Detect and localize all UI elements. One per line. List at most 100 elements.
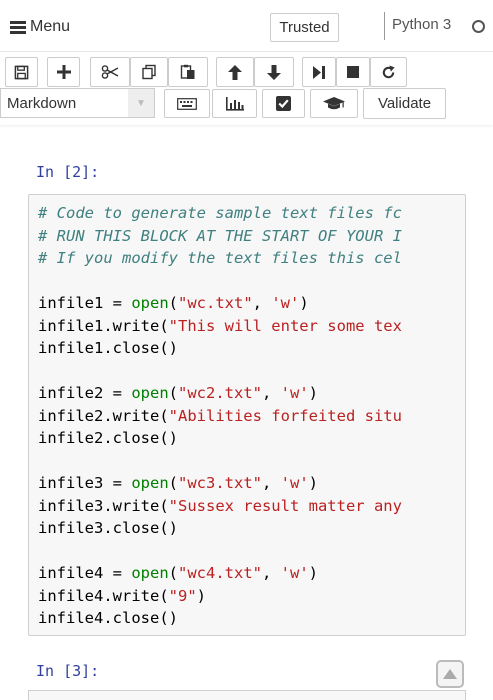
code-line: # If you modify the text files this cel: [38, 247, 402, 270]
code-line: infile1.close(): [38, 337, 402, 360]
menu-icon: [10, 20, 26, 34]
nbgrader-button[interactable]: [310, 89, 358, 118]
code-token: infile1.close(): [38, 339, 178, 357]
scissors-icon: [101, 65, 119, 79]
code-line: infile3.close(): [38, 517, 402, 540]
copy-icon: [142, 64, 156, 80]
code-line: # Code to generate sample text files fc: [38, 202, 402, 225]
scroll-to-top-button[interactable]: [436, 660, 464, 688]
code-token: (: [168, 474, 178, 492]
code-line: infile2.close(): [38, 427, 402, 450]
bar-chart-icon: [225, 97, 244, 111]
code-token: # Code to generate sample text files fc: [38, 204, 402, 222]
restart-icon: [382, 64, 395, 78]
code-line: infile4.close(): [38, 607, 402, 630]
paste-button[interactable]: [168, 57, 208, 87]
code-token: infile1 =: [38, 294, 132, 312]
kernel-name: Python 3: [392, 16, 452, 33]
cell-prompt: In [2]:: [36, 163, 100, 181]
save-icon: [14, 65, 29, 79]
code-token: # If you modify the text files this cel: [38, 249, 402, 267]
cut-button[interactable]: [90, 57, 130, 87]
save-button[interactable]: [5, 57, 38, 87]
notebook-header: Menu Trusted Python 3 Markdown ▼ Validat…: [0, 0, 493, 125]
copy-button[interactable]: [130, 57, 168, 87]
arrow-up-icon: [228, 64, 242, 80]
code-line: infile3 = open("wc3.txt", 'w'): [38, 472, 402, 495]
code-line: infile3.write("Sussex result matter any: [38, 495, 402, 518]
code-token: "wc.txt": [178, 294, 253, 312]
code-token: open: [131, 474, 169, 492]
code-token: infile2.close(): [38, 429, 178, 447]
code-token: infile3.close(): [38, 519, 178, 537]
code-line: infile2 = open("wc2.txt", 'w'): [38, 382, 402, 405]
code-token: open: [131, 384, 169, 402]
menu-button[interactable]: Menu: [10, 15, 70, 39]
trusted-indicator[interactable]: Trusted: [270, 13, 339, 42]
cell-type-value: Markdown: [7, 94, 77, 112]
code-token: infile4 =: [38, 564, 132, 582]
chart-button[interactable]: [212, 89, 257, 118]
code-token: ): [299, 294, 309, 312]
plus-icon: [56, 65, 71, 79]
checkbox-button[interactable]: [262, 89, 305, 118]
code-cell-input[interactable]: # Code to generate sample text files fc #…: [28, 194, 466, 636]
code-token: ): [308, 564, 319, 582]
graduation-cap-icon: [323, 96, 345, 109]
code-token: "wc3.txt": [178, 474, 262, 492]
move-down-button[interactable]: [254, 57, 294, 87]
code-line: infile4.write("9"): [38, 585, 402, 608]
code-token: "Abilities forfeited situ: [168, 406, 402, 425]
code-token: 'w': [280, 474, 309, 492]
code-cell-input[interactable]: [28, 690, 466, 700]
insert-cell-button[interactable]: [47, 57, 80, 87]
menu-label: Menu: [30, 18, 71, 35]
code-token: "Sussex result matter any: [168, 496, 402, 515]
code-token: "wc4.txt": [178, 564, 262, 582]
code-token: infile3 =: [38, 474, 132, 492]
code-line: infile1 = open("wc.txt", 'w'): [38, 292, 402, 315]
code-token: ): [196, 586, 206, 605]
code-token: open: [131, 294, 169, 312]
code-token: ,: [262, 384, 281, 402]
code-token: (: [168, 384, 178, 402]
code-token: infile4.write(: [38, 586, 169, 605]
command-palette-button[interactable]: [164, 89, 210, 118]
paste-icon: [180, 64, 195, 79]
cell-prompt: In [3]:: [36, 662, 100, 680]
menu-row: Menu Trusted Python 3: [0, 0, 493, 52]
move-up-button[interactable]: [216, 57, 254, 87]
restart-kernel-button[interactable]: [370, 57, 407, 87]
scroll-up-icon: [443, 669, 457, 679]
code-token: open: [131, 564, 169, 582]
validate-button[interactable]: Validate: [363, 88, 446, 119]
cell-type-select[interactable]: Markdown ▼: [0, 88, 155, 118]
code-token: infile4.close(): [38, 609, 178, 627]
code-line: infile4 = open("wc4.txt", 'w'): [38, 562, 402, 585]
code-token: infile1.write(: [38, 316, 169, 335]
interrupt-kernel-button[interactable]: [336, 57, 370, 87]
chevron-down-icon: ▼: [128, 89, 154, 117]
code-token: infile2.write(: [38, 406, 169, 425]
checkbox-icon: [276, 96, 291, 111]
run-cell-button[interactable]: [302, 57, 336, 87]
code-token: ,: [262, 564, 281, 582]
arrow-down-icon: [267, 64, 281, 80]
code-token: ): [308, 474, 319, 492]
code-token: 'w': [280, 384, 309, 402]
code-token: "9": [168, 586, 197, 605]
code-editor[interactable]: # Code to generate sample text files fc #…: [38, 202, 402, 630]
code-token: (: [168, 294, 178, 312]
code-line: infile1.write("This will enter some tex: [38, 315, 402, 338]
code-token: infile2 =: [38, 384, 132, 402]
code-token: "This will enter some tex: [168, 316, 402, 335]
kernel-separator: [384, 12, 385, 40]
code-line: # RUN THIS BLOCK AT THE START OF YOUR I: [38, 225, 402, 248]
code-token: "wc2.txt": [178, 384, 262, 402]
code-token: # RUN THIS BLOCK AT THE START OF YOUR I: [38, 226, 402, 245]
code-token: infile3.write(: [38, 496, 169, 515]
code-line: infile2.write("Abilities forfeited situ: [38, 405, 402, 428]
